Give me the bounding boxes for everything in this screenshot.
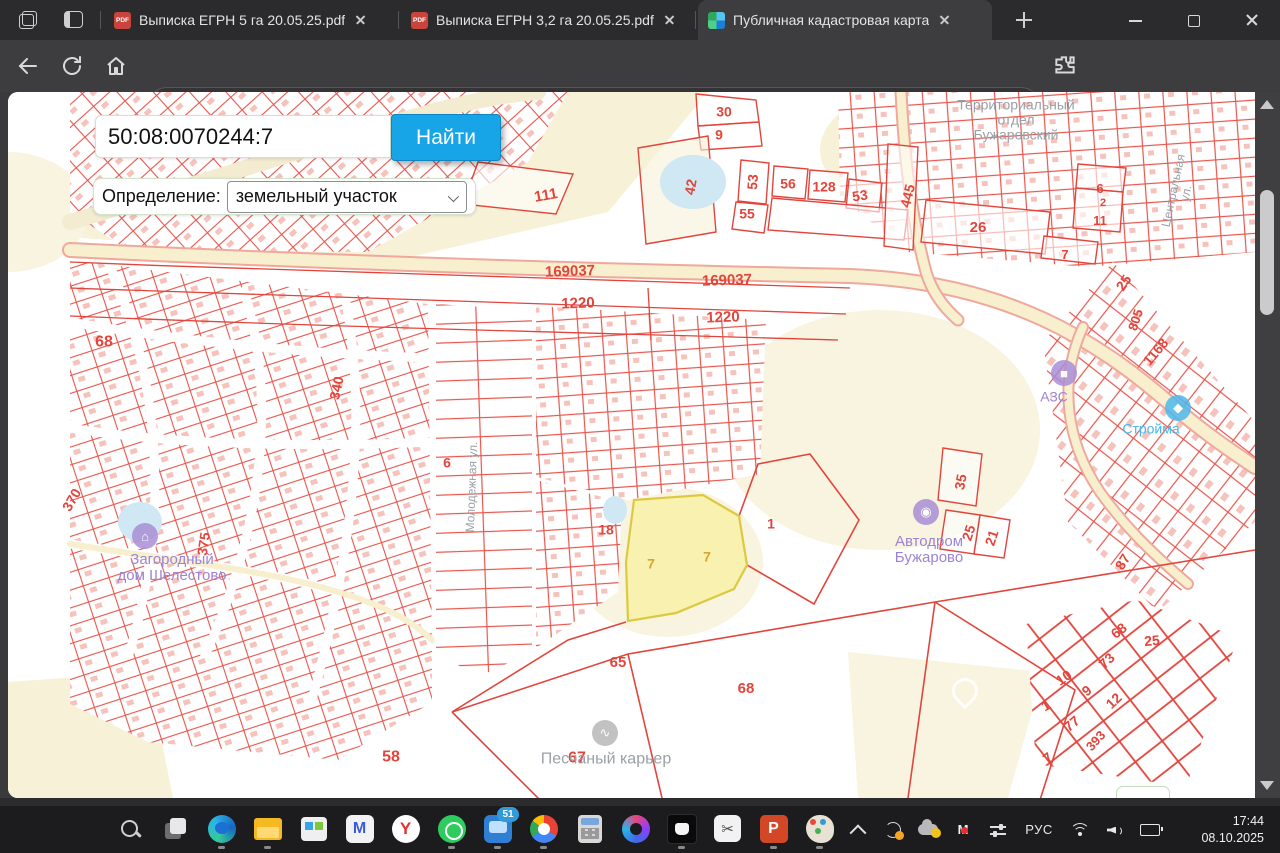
window-minimize-button[interactable]: [1128, 12, 1144, 28]
browser-tab[interactable]: PDF Выписка ЕГРН 3,2 га 20.05.25.pdf: [401, 0, 695, 40]
office-taskbar-icon[interactable]: [616, 809, 655, 848]
definition-label: Определение:: [102, 186, 221, 207]
system-tray: M РУС: [848, 809, 1160, 850]
taskbar-apps: MY 51 ✂ P: [64, 809, 839, 848]
tab-title: Публичная кадастровая карта: [733, 12, 929, 28]
paint-taskbar-icon[interactable]: [800, 809, 839, 848]
calculator-taskbar-icon[interactable]: [570, 809, 609, 848]
yandex-icon: Y: [392, 815, 420, 843]
fuel-station-icon: ■: [1051, 360, 1077, 386]
chrome-taskbar-icon[interactable]: [524, 809, 563, 848]
game-icon: [667, 814, 697, 844]
game-taskbar-icon[interactable]: [662, 809, 701, 848]
construction-icon: ◆: [1165, 395, 1191, 421]
snipping-taskbar-icon[interactable]: ✂: [708, 809, 747, 848]
language-indicator[interactable]: РУС: [1023, 820, 1055, 840]
paint-icon: [806, 815, 834, 843]
definition-select[interactable]: земельный участок: [227, 181, 467, 213]
m-notification-icon[interactable]: M: [953, 820, 973, 840]
vertical-tabs-icon[interactable]: [64, 11, 83, 28]
definition-value: земельный участок: [236, 186, 397, 207]
explorer-taskbar-icon[interactable]: [248, 809, 287, 848]
volume-icon[interactable]: [1105, 820, 1125, 840]
country-house-icon: ⌂: [132, 523, 158, 549]
powerpoint-icon: P: [760, 815, 788, 843]
yandex-taskbar-icon[interactable]: Y: [386, 809, 425, 848]
tab-search-icon[interactable]: [18, 9, 40, 31]
browser-tab-bar: PDF Выписка ЕГРН 5 га 20.05.25.pdf PDF Выпи…: [0, 0, 1280, 40]
powerpoint-taskbar-icon[interactable]: P: [754, 809, 793, 848]
cadastral-map-page: 6834037037511130942535556128534452662117…: [8, 92, 1255, 798]
quarry-icon: ∿: [592, 720, 618, 746]
back-icon[interactable]: [16, 54, 40, 78]
tray-overflow-chevron-icon[interactable]: [848, 820, 868, 840]
window-close-button[interactable]: [1244, 12, 1260, 28]
start-icon: [71, 816, 97, 842]
search-taskbar-icon[interactable]: [110, 809, 149, 848]
definition-row: Определение: земельный участок: [93, 178, 476, 215]
tab-close-icon[interactable]: [353, 12, 369, 28]
page-scrollbar[interactable]: [1255, 92, 1280, 798]
start-taskbar-icon[interactable]: [64, 809, 103, 848]
browser-address-bar: https://lk1map.roscadasters.com/map ☆ ☆₌: [0, 40, 1280, 92]
map-zoom-control[interactable]: [1116, 786, 1170, 798]
cadastral-number-input[interactable]: [95, 115, 391, 158]
edge-taskbar-icon[interactable]: [202, 809, 241, 848]
quick-settings-icon[interactable]: [988, 820, 1008, 840]
scroll-up-arrow[interactable]: [1260, 100, 1274, 109]
tab-close-icon[interactable]: [937, 12, 953, 28]
tab-title: Выписка ЕГРН 5 га 20.05.25.pdf: [139, 12, 345, 28]
battery-icon[interactable]: [1140, 820, 1160, 840]
clock-date: 08.10.2025: [1201, 830, 1264, 847]
store-icon: [301, 817, 327, 841]
browser-tab[interactable]: PDF Выписка ЕГРН 5 га 20.05.25.pdf: [104, 0, 398, 40]
search-icon: [118, 817, 142, 841]
autodrome-icon: ◉: [913, 499, 939, 525]
office-icon: [622, 815, 650, 843]
unread-badge: 51: [497, 807, 519, 822]
new-tab-button[interactable]: [1014, 10, 1034, 30]
extensions-icon[interactable]: [1052, 53, 1078, 79]
mail-m-taskbar-icon[interactable]: M: [340, 809, 379, 848]
pdf-file-icon: PDF: [114, 12, 131, 29]
clock-time: 17:44: [1201, 813, 1264, 830]
wifi-icon[interactable]: [1070, 820, 1090, 840]
tab-divider: [398, 11, 399, 29]
taskbar-clock[interactable]: 17:44 08.10.2025: [1201, 813, 1264, 847]
map-site-icon: [708, 12, 725, 29]
tab-divider: [100, 11, 101, 29]
tab-divider: [695, 11, 696, 29]
snipping-icon: ✂: [714, 815, 741, 842]
chrome-icon: [530, 815, 558, 843]
chat-taskbar-icon[interactable]: 51: [478, 809, 517, 848]
explorer-icon: [254, 818, 282, 840]
sync-status-icon[interactable]: [883, 820, 903, 840]
scroll-down-arrow[interactable]: [1260, 781, 1274, 790]
tab-close-icon[interactable]: [662, 12, 678, 28]
store-taskbar-icon[interactable]: [294, 809, 333, 848]
home-icon[interactable]: [104, 54, 128, 78]
tab-title: Выписка ЕГРН 3,2 га 20.05.25.pdf: [436, 12, 654, 28]
browser-tab[interactable]: Публичная кадастровая карта: [698, 0, 992, 40]
onedrive-cloud-icon[interactable]: [918, 820, 938, 840]
windows-taskbar: MY51✂P M РУС 17:44 08.10.2025: [0, 806, 1280, 853]
task-view-taskbar-icon[interactable]: [156, 809, 195, 848]
whatsapp-icon: [438, 815, 466, 843]
refresh-icon[interactable]: [60, 54, 84, 78]
pdf-file-icon: PDF: [411, 12, 428, 29]
edge-icon: [208, 815, 236, 843]
scrollbar-thumb[interactable]: [1260, 190, 1274, 315]
window-bottom-edge: [0, 798, 1280, 806]
window-maximize-button[interactable]: [1186, 12, 1202, 28]
task-view-icon: [164, 817, 188, 841]
calculator-icon: [578, 815, 602, 843]
whatsapp-taskbar-icon[interactable]: [432, 809, 471, 848]
find-button[interactable]: Найти: [391, 114, 501, 161]
mail-m-icon: M: [346, 815, 374, 843]
